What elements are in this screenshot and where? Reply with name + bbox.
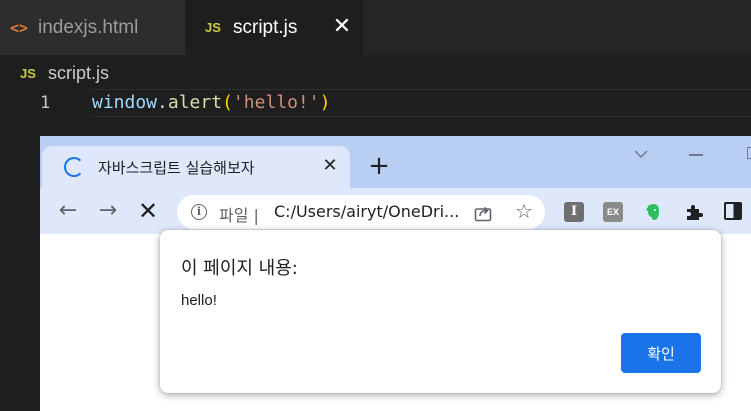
extensions-puzzle-icon[interactable] bbox=[684, 202, 704, 222]
code-line-1[interactable]: 1 window.alert('hello!') bbox=[0, 89, 751, 117]
bookmark-star-icon[interactable]: ☆ bbox=[513, 200, 535, 222]
dialog-title: 이 페이지 내용: bbox=[181, 258, 298, 279]
back-button[interactable]: ← bbox=[55, 198, 81, 224]
minimize-button[interactable] bbox=[689, 154, 703, 156]
code-token-dot: . bbox=[157, 92, 168, 113]
alert-dialog: 이 페이지 내용: hello! 확인 bbox=[160, 230, 721, 393]
tab-script-js[interactable]: JS script.js ✕ bbox=[185, 0, 363, 55]
code-token-open-paren: ( bbox=[222, 92, 233, 113]
dialog-message: hello! bbox=[181, 292, 217, 309]
code-token-string: 'hello!' bbox=[232, 92, 320, 113]
close-icon[interactable]: ✕ bbox=[320, 156, 340, 176]
address-scheme-label: 파일 | bbox=[219, 206, 259, 225]
browser-tab-title: 자바스크립트 실습해보자 bbox=[98, 158, 255, 177]
editor-tab-bar: <> indexjs.html JS script.js ✕ bbox=[0, 0, 751, 55]
browser-title-bar: 자바스크립트 실습해보자 ✕ + bbox=[40, 136, 751, 188]
chevron-down-icon[interactable] bbox=[631, 144, 651, 164]
browser-toolbar: ← → ✕ i 파일 | C:/Users/airyt/OneDri... ☆ … bbox=[40, 188, 751, 234]
tab-indexjs-html[interactable]: <> indexjs.html bbox=[0, 0, 185, 55]
browser-tab[interactable]: 자바스크립트 실습해보자 ✕ bbox=[42, 146, 350, 188]
code-token-close-paren: ) bbox=[319, 92, 331, 113]
address-bar[interactable]: i 파일 | C:/Users/airyt/OneDri... ☆ bbox=[177, 195, 545, 229]
address-url[interactable]: C:/Users/airyt/OneDri... bbox=[274, 202, 459, 221]
close-icon[interactable]: ✕ bbox=[331, 16, 353, 38]
evernote-icon[interactable] bbox=[643, 202, 663, 222]
extension-i-icon[interactable]: I bbox=[564, 202, 584, 222]
html-file-icon: <> bbox=[10, 18, 29, 37]
info-icon[interactable]: i bbox=[191, 204, 207, 220]
line-number: 1 bbox=[40, 93, 51, 113]
stop-button[interactable]: ✕ bbox=[135, 198, 161, 224]
maximize-button[interactable] bbox=[747, 147, 751, 159]
new-tab-button[interactable]: + bbox=[366, 153, 392, 179]
forward-button[interactable]: → bbox=[95, 198, 121, 224]
extension-ex-icon[interactable]: EX bbox=[603, 202, 623, 222]
breadcrumb[interactable]: JS script.js bbox=[20, 60, 109, 86]
share-icon[interactable] bbox=[473, 203, 493, 223]
code-token-object: window bbox=[92, 92, 158, 113]
code-token-method: alert bbox=[167, 92, 223, 113]
code-text[interactable]: window.alert('hello!') bbox=[92, 92, 330, 113]
js-file-icon: JS bbox=[205, 20, 221, 35]
breadcrumb-file[interactable]: script.js bbox=[48, 63, 109, 84]
side-panel-icon[interactable] bbox=[724, 202, 742, 220]
tab-label: script.js bbox=[233, 16, 298, 38]
loading-spinner-icon bbox=[64, 157, 84, 177]
tab-label: indexjs.html bbox=[38, 16, 139, 38]
js-file-icon: JS bbox=[20, 65, 36, 81]
ok-button[interactable]: 확인 bbox=[621, 333, 701, 373]
browser-frame: 자바스크립트 실습해보자 ✕ + ← → ✕ i 파일 | C:/Users/a… bbox=[40, 136, 751, 234]
